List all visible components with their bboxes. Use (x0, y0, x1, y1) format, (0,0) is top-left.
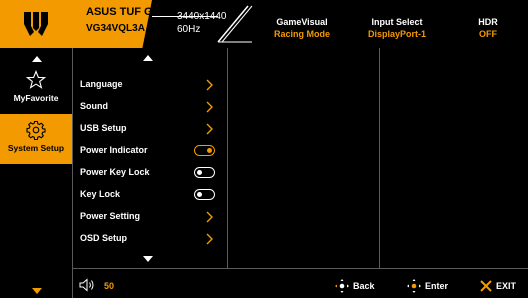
menu-item-sound[interactable]: Sound (73, 96, 225, 118)
sidebar-item-label: MyFavorite (13, 93, 59, 103)
gamevisual-label: GameVisual (276, 17, 328, 27)
menu-scroll-down-icon[interactable] (143, 256, 153, 262)
menu-item-label: Sound (80, 101, 108, 111)
column-divider (379, 48, 380, 268)
hdr-label: HDR (478, 17, 498, 27)
menu-item-osd-setup[interactable]: OSD Setup (73, 228, 225, 250)
menu-scroll-up-icon[interactable] (143, 55, 153, 61)
tuf-logo-icon (24, 12, 48, 36)
enter-label: Enter (425, 281, 449, 291)
menu-item-usb-setup[interactable]: USB Setup (73, 118, 225, 140)
menu-item-label: Language (80, 79, 123, 89)
chevron-right-icon (206, 211, 213, 223)
model-name: VG34VQL3A (86, 23, 145, 34)
star-icon (26, 70, 46, 89)
sidebar-item-system-setup[interactable]: System Setup (0, 114, 72, 164)
menu-item-power-setting[interactable]: Power Setting (73, 206, 225, 228)
menu-item-language[interactable]: Language (73, 74, 225, 96)
power-key-lock-toggle[interactable] (194, 167, 215, 178)
menu-item-label: OSD Setup (80, 233, 128, 243)
hdr-value: OFF (479, 29, 497, 39)
menu-item-power-indicator[interactable]: Power Indicator (73, 140, 225, 162)
menu-item-label: USB Setup (80, 123, 127, 133)
close-icon[interactable] (480, 280, 492, 292)
sidebar-item-label: System Setup (7, 143, 65, 153)
sidebar-item-myfavorite[interactable]: MyFavorite (0, 64, 72, 114)
exit-label[interactable]: EXIT (496, 281, 516, 291)
speaker-icon (79, 278, 94, 292)
volume-value: 50 (104, 281, 115, 291)
joystick-press-icon (407, 279, 421, 293)
chevron-right-icon (206, 233, 213, 245)
decorative-slash (217, 5, 253, 43)
input-select-label: Input Select (371, 17, 423, 27)
power-indicator-toggle[interactable] (194, 145, 215, 156)
back-label: Back (353, 281, 375, 291)
chevron-right-icon (206, 123, 213, 135)
column-divider (227, 48, 228, 268)
gear-icon (26, 120, 46, 140)
chevron-right-icon (206, 79, 213, 91)
sidebar-scroll-up-icon[interactable] (32, 56, 42, 62)
menu-item-label: Key Lock (80, 189, 121, 199)
joystick-left-icon (335, 279, 349, 293)
toggle-knob (197, 169, 202, 175)
key-lock-toggle[interactable] (194, 189, 215, 200)
toggle-knob (197, 191, 202, 197)
input-select-value: DisplayPort-1 (367, 29, 427, 39)
menu-item-label: Power Setting (80, 211, 141, 221)
menu-item-key-lock[interactable]: Key Lock (73, 184, 225, 206)
menu-item-power-key-lock[interactable]: Power Key Lock (73, 162, 225, 184)
gamevisual-value: Racing Mode (273, 29, 330, 39)
footer-bar (73, 269, 528, 298)
sidebar-scroll-down-icon[interactable] (32, 288, 42, 294)
menu-item-label: Power Key Lock (80, 167, 150, 177)
toggle-knob (207, 147, 212, 153)
refresh-rate-text: 60Hz (177, 24, 201, 35)
menu-item-label: Power Indicator (80, 145, 148, 155)
chevron-right-icon (206, 101, 213, 113)
